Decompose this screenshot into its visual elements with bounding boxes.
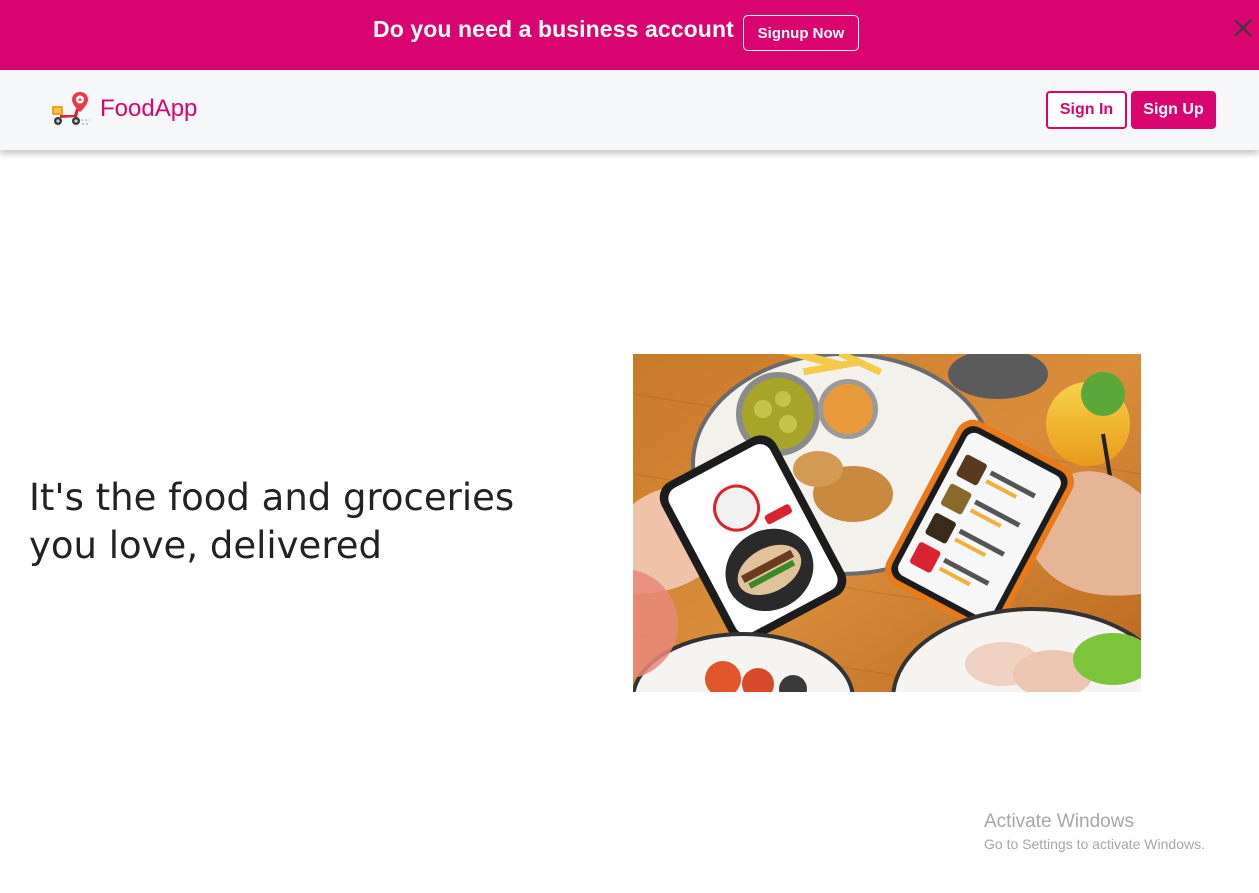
activate-windows-title: Activate Windows — [984, 811, 1134, 832]
hero-heading: It's the food and groceries you love, de… — [29, 474, 589, 570]
brand-name[interactable]: FoodApp — [100, 95, 197, 123]
delivery-scooter-logo-icon[interactable] — [48, 90, 92, 130]
hero-heading-line2: you love, delivered — [29, 524, 382, 567]
hero-food-photo — [568, 346, 1175, 791]
top-navbar: FoodApp Sign In Sign Up — [0, 70, 1259, 150]
signup-now-button[interactable]: Signup Now — [743, 15, 859, 51]
sign-up-button[interactable]: Sign Up — [1131, 91, 1216, 129]
sign-in-button[interactable]: Sign In — [1046, 91, 1127, 129]
activate-windows-subtitle: Go to Settings to activate Windows. — [984, 836, 1205, 852]
business-promo-banner: Do you need a business account Signup No… — [0, 0, 1259, 70]
close-icon[interactable] — [1231, 16, 1255, 40]
hero-heading-line1: It's the food and groceries — [29, 476, 515, 519]
banner-text: Do you need a business account — [373, 16, 734, 42]
